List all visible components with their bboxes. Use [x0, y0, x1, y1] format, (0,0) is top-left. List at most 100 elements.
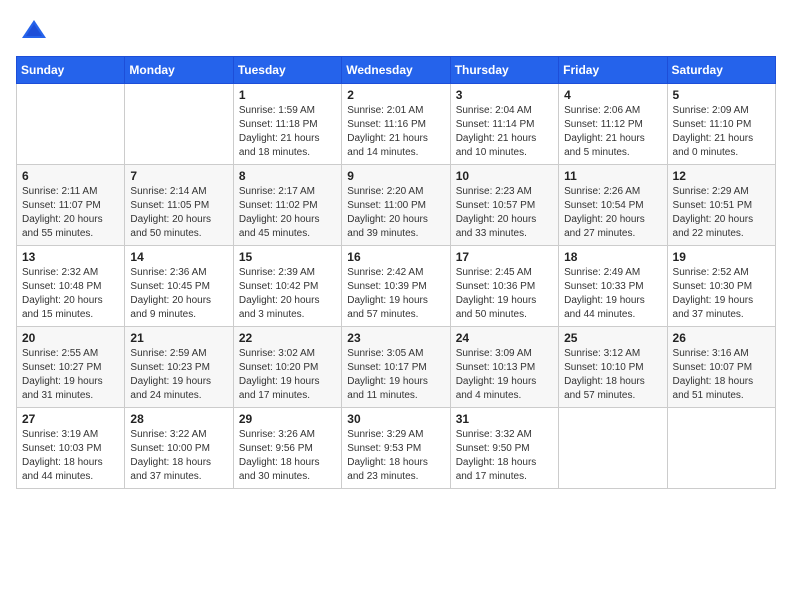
logo: [16, 16, 48, 44]
day-content: Sunrise: 2:17 AM Sunset: 11:02 PM Daylig…: [239, 185, 336, 241]
day-number: 14: [130, 250, 227, 264]
day-content: Sunrise: 2:26 AM Sunset: 10:54 PM Daylig…: [564, 185, 661, 241]
day-content: Sunrise: 2:20 AM Sunset: 11:00 PM Daylig…: [347, 185, 444, 241]
day-number: 26: [673, 331, 770, 345]
day-number: 13: [22, 250, 119, 264]
day-number: 30: [347, 412, 444, 426]
calendar-week-4: 20 Sunrise: 2:55 AM Sunset: 10:27 PM Dayl…: [17, 327, 776, 408]
header-cell-tuesday: Tuesday: [233, 57, 341, 84]
day-number: 25: [564, 331, 661, 345]
day-content: Sunrise: 2:49 AM Sunset: 10:33 PM Daylig…: [564, 266, 661, 322]
day-content: Sunrise: 2:32 AM Sunset: 10:48 PM Daylig…: [22, 266, 119, 322]
day-content: Sunrise: 2:42 AM Sunset: 10:39 PM Daylig…: [347, 266, 444, 322]
calendar-week-1: 1 Sunrise: 1:59 AM Sunset: 11:18 PM Dayli…: [17, 84, 776, 165]
header-row: SundayMondayTuesdayWednesdayThursdayFrid…: [17, 57, 776, 84]
calendar-cell: 15 Sunrise: 2:39 AM Sunset: 10:42 PM Dayl…: [233, 246, 341, 327]
calendar-cell: 11 Sunrise: 2:26 AM Sunset: 10:54 PM Dayl…: [559, 165, 667, 246]
calendar-cell: 18 Sunrise: 2:49 AM Sunset: 10:33 PM Dayl…: [559, 246, 667, 327]
calendar-cell: [125, 84, 233, 165]
calendar-cell: 29 Sunrise: 3:26 AM Sunset: 9:56 PM Dayli…: [233, 408, 341, 489]
day-number: 1: [239, 88, 336, 102]
calendar-cell: 22Sunrise: 3:02 AM Sunset: 10:20 PM Dayl…: [233, 327, 341, 408]
day-number: 5: [673, 88, 770, 102]
day-content: Sunrise: 2:39 AM Sunset: 10:42 PM Daylig…: [239, 266, 336, 322]
day-number: 9: [347, 169, 444, 183]
day-content: Sunrise: 3:02 AM Sunset: 10:20 PM Daylig…: [239, 347, 336, 403]
day-content: Sunrise: 1:59 AM Sunset: 11:18 PM Daylig…: [239, 104, 336, 160]
calendar-cell: 25 Sunrise: 3:12 AM Sunset: 10:10 PM Dayl…: [559, 327, 667, 408]
day-content: Sunrise: 3:26 AM Sunset: 9:56 PM Dayligh…: [239, 428, 336, 484]
calendar-cell: 26Sunrise: 3:16 AM Sunset: 10:07 PM Dayl…: [667, 327, 775, 408]
day-content: Sunrise: 2:06 AM Sunset: 11:12 PM Daylig…: [564, 104, 661, 160]
day-number: 18: [564, 250, 661, 264]
day-content: Sunrise: 2:55 AM Sunset: 10:27 PM Daylig…: [22, 347, 119, 403]
day-content: Sunrise: 2:01 AM Sunset: 11:16 PM Daylig…: [347, 104, 444, 160]
header-cell-monday: Monday: [125, 57, 233, 84]
calendar-week-2: 6Sunrise: 2:11 AM Sunset: 11:07 PM Dayli…: [17, 165, 776, 246]
day-content: Sunrise: 3:32 AM Sunset: 9:50 PM Dayligh…: [456, 428, 553, 484]
day-number: 10: [456, 169, 553, 183]
day-number: 29: [239, 412, 336, 426]
day-content: Sunrise: 3:12 AM Sunset: 10:10 PM Daylig…: [564, 347, 661, 403]
calendar-cell: 31Sunrise: 3:32 AM Sunset: 9:50 PM Dayli…: [450, 408, 558, 489]
calendar-cell: 23 Sunrise: 3:05 AM Sunset: 10:17 PM Dayl…: [342, 327, 450, 408]
day-content: Sunrise: 2:36 AM Sunset: 10:45 PM Daylig…: [130, 266, 227, 322]
calendar-cell: [17, 84, 125, 165]
day-number: 17: [456, 250, 553, 264]
day-number: 23: [347, 331, 444, 345]
calendar-week-3: 13 Sunrise: 2:32 AM Sunset: 10:48 PM Dayl…: [17, 246, 776, 327]
day-content: Sunrise: 3:19 AM Sunset: 10:03 PM Daylig…: [22, 428, 119, 484]
calendar-cell: 10 Sunrise: 2:23 AM Sunset: 10:57 PM Dayl…: [450, 165, 558, 246]
calendar-cell: 27 Sunrise: 3:19 AM Sunset: 10:03 PM Dayl…: [17, 408, 125, 489]
calendar-cell: 7 Sunrise: 2:14 AM Sunset: 11:05 PM Dayli…: [125, 165, 233, 246]
day-content: Sunrise: 3:22 AM Sunset: 10:00 PM Daylig…: [130, 428, 227, 484]
calendar-cell: [667, 408, 775, 489]
day-number: 16: [347, 250, 444, 264]
day-number: 19: [673, 250, 770, 264]
day-content: Sunrise: 2:09 AM Sunset: 11:10 PM Daylig…: [673, 104, 770, 160]
day-number: 28: [130, 412, 227, 426]
header-cell-saturday: Saturday: [667, 57, 775, 84]
calendar-cell: 17 Sunrise: 2:45 AM Sunset: 10:36 PM Dayl…: [450, 246, 558, 327]
header-cell-friday: Friday: [559, 57, 667, 84]
header-cell-thursday: Thursday: [450, 57, 558, 84]
day-number: 20: [22, 331, 119, 345]
calendar-cell: 12 Sunrise: 2:29 AM Sunset: 10:51 PM Dayl…: [667, 165, 775, 246]
header-cell-sunday: Sunday: [17, 57, 125, 84]
page-header: [16, 16, 776, 44]
day-content: Sunrise: 2:45 AM Sunset: 10:36 PM Daylig…: [456, 266, 553, 322]
day-content: Sunrise: 2:29 AM Sunset: 10:51 PM Daylig…: [673, 185, 770, 241]
calendar-cell: 19 Sunrise: 2:52 AM Sunset: 10:30 PM Dayl…: [667, 246, 775, 327]
day-content: Sunrise: 2:04 AM Sunset: 11:14 PM Daylig…: [456, 104, 553, 160]
day-content: Sunrise: 2:23 AM Sunset: 10:57 PM Daylig…: [456, 185, 553, 241]
day-number: 15: [239, 250, 336, 264]
calendar-cell: 30Sunrise: 3:29 AM Sunset: 9:53 PM Dayli…: [342, 408, 450, 489]
day-content: Sunrise: 2:52 AM Sunset: 10:30 PM Daylig…: [673, 266, 770, 322]
day-content: Sunrise: 2:11 AM Sunset: 11:07 PM Daylig…: [22, 185, 119, 241]
calendar-cell: 5 Sunrise: 2:09 AM Sunset: 11:10 PM Dayli…: [667, 84, 775, 165]
day-content: Sunrise: 2:14 AM Sunset: 11:05 PM Daylig…: [130, 185, 227, 241]
header-cell-wednesday: Wednesday: [342, 57, 450, 84]
day-number: 12: [673, 169, 770, 183]
calendar-cell: 9 Sunrise: 2:20 AM Sunset: 11:00 PM Dayli…: [342, 165, 450, 246]
calendar-cell: 21Sunrise: 2:59 AM Sunset: 10:23 PM Dayl…: [125, 327, 233, 408]
calendar-cell: 4 Sunrise: 2:06 AM Sunset: 11:12 PM Dayli…: [559, 84, 667, 165]
calendar-cell: 2Sunrise: 2:01 AM Sunset: 11:16 PM Dayli…: [342, 84, 450, 165]
day-number: 24: [456, 331, 553, 345]
day-number: 4: [564, 88, 661, 102]
calendar-body: 1 Sunrise: 1:59 AM Sunset: 11:18 PM Dayli…: [17, 84, 776, 489]
calendar-cell: 14 Sunrise: 2:36 AM Sunset: 10:45 PM Dayl…: [125, 246, 233, 327]
calendar-cell: 1 Sunrise: 1:59 AM Sunset: 11:18 PM Dayli…: [233, 84, 341, 165]
calendar-cell: 28 Sunrise: 3:22 AM Sunset: 10:00 PM Dayl…: [125, 408, 233, 489]
calendar-table: SundayMondayTuesdayWednesdayThursdayFrid…: [16, 56, 776, 489]
calendar-cell: 3Sunrise: 2:04 AM Sunset: 11:14 PM Dayli…: [450, 84, 558, 165]
day-number: 7: [130, 169, 227, 183]
calendar-cell: 6Sunrise: 2:11 AM Sunset: 11:07 PM Dayli…: [17, 165, 125, 246]
day-number: 11: [564, 169, 661, 183]
day-number: 27: [22, 412, 119, 426]
day-content: Sunrise: 2:59 AM Sunset: 10:23 PM Daylig…: [130, 347, 227, 403]
day-content: Sunrise: 3:05 AM Sunset: 10:17 PM Daylig…: [347, 347, 444, 403]
calendar-cell: 24Sunrise: 3:09 AM Sunset: 10:13 PM Dayl…: [450, 327, 558, 408]
calendar-cell: 8Sunrise: 2:17 AM Sunset: 11:02 PM Dayli…: [233, 165, 341, 246]
calendar-header: SundayMondayTuesdayWednesdayThursdayFrid…: [17, 57, 776, 84]
